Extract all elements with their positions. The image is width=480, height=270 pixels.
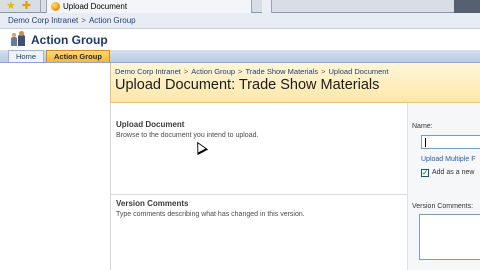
breadcrumb-separator: > xyxy=(81,16,86,25)
breadcrumb-link-trade-show-materials[interactable]: Trade Show Materials xyxy=(245,67,318,76)
tab-home[interactable]: Home xyxy=(8,50,45,62)
page-title-area: Demo Corp Intranet > Action Group > Trad… xyxy=(110,63,480,103)
section-description: Browse to the document you intend to upl… xyxy=(116,132,259,139)
breadcrumb-link-action-group[interactable]: Action Group xyxy=(191,67,235,76)
tab-action-group[interactable]: Action Group xyxy=(46,50,110,62)
top-nav-bar: Home Action Group xyxy=(0,50,480,63)
upload-form: Upload Document Browse to the document y… xyxy=(110,103,480,270)
breadcrumb-link-action-group[interactable]: Action Group xyxy=(89,16,136,25)
section-description: Type comments describing what has change… xyxy=(116,211,305,218)
version-comments-label: Version Comments: xyxy=(412,203,474,210)
version-comments-textarea[interactable] xyxy=(419,214,480,260)
global-breadcrumb: Demo Corp Intranet > Action Group xyxy=(0,13,480,29)
breadcrumb-link-intranet[interactable]: Demo Corp Intranet xyxy=(115,67,181,76)
add-favorite-icon[interactable]: ✚ xyxy=(22,0,31,12)
section-title: Version Comments xyxy=(116,199,189,208)
browser-tab-upload-document[interactable]: Upload Document xyxy=(46,0,252,13)
toolbar-divider xyxy=(40,0,41,13)
text-caret xyxy=(425,138,426,147)
section-title: Upload Document xyxy=(116,120,185,129)
upload-document-section: Upload Document Browse to the document y… xyxy=(116,120,406,139)
page-title: Upload Document: Trade Show Materials xyxy=(115,77,380,93)
input-panel: Name: Upload Multiple F ✓ Add as a new V… xyxy=(407,103,480,270)
breadcrumb-link-intranet[interactable]: Demo Corp Intranet xyxy=(8,16,78,25)
breadcrumb-separator: > xyxy=(183,67,189,76)
left-navigation xyxy=(0,63,110,270)
site-title[interactable]: Action Group xyxy=(31,33,108,47)
add-as-new-version-checkbox[interactable]: ✓ xyxy=(421,169,429,177)
people-icon xyxy=(10,30,26,47)
version-comments-section: Version Comments Type comments describin… xyxy=(116,199,406,218)
name-label: Name: xyxy=(412,123,433,130)
browser-tab-strip: ★ ✚ Upload Document xyxy=(0,0,480,13)
toolbar-right-area xyxy=(454,0,480,13)
new-tab-button[interactable] xyxy=(262,0,272,13)
page-breadcrumb: Demo Corp Intranet > Action Group > Trad… xyxy=(115,67,480,76)
upload-multiple-files-link[interactable]: Upload Multiple F xyxy=(421,156,475,163)
add-as-new-version-label: Add as a new xyxy=(432,169,475,176)
section-divider xyxy=(111,194,407,195)
favorites-star-icon[interactable]: ★ xyxy=(6,0,16,12)
name-field[interactable] xyxy=(421,135,480,149)
site-header: Action Group xyxy=(0,29,480,50)
breadcrumb-separator: > xyxy=(321,67,326,76)
breadcrumb-separator: > xyxy=(238,67,243,76)
page-icon xyxy=(51,2,60,11)
breadcrumb-current-page: Upload Document xyxy=(328,67,389,76)
toolbar-icons: ★ ✚ xyxy=(6,0,31,12)
browser-tab-label: Upload Document xyxy=(63,2,128,11)
